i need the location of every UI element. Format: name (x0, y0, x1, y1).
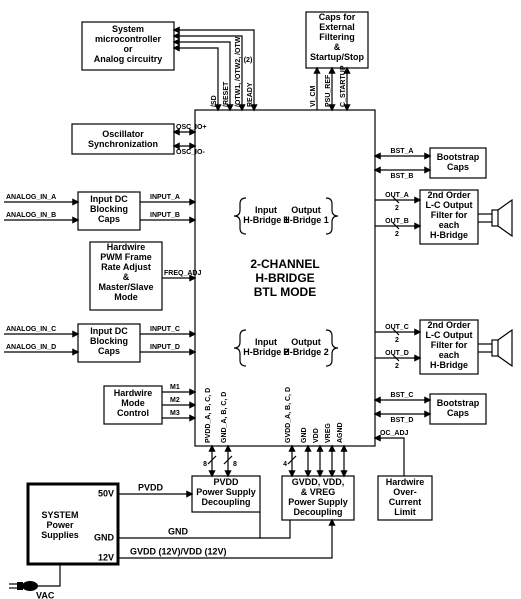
chip-title2: H-BRIDGE (255, 271, 314, 285)
svg-text:PSU_REF: PSU_REF (325, 74, 332, 107)
svg-text:8: 8 (203, 461, 207, 468)
svg-text:2: 2 (395, 205, 399, 212)
svg-text:INPUT_C: INPUT_C (150, 326, 180, 333)
svg-text:BST_D: BST_D (391, 417, 414, 424)
svg-text:OUT_C: OUT_C (385, 324, 409, 331)
svg-text:BST_B: BST_B (391, 173, 414, 180)
svg-text:INPUT_A: INPUT_A (150, 194, 180, 201)
lc1-label: 2nd OrderL-C OutputFilter foreachH-Bridg… (426, 190, 473, 240)
svg-text:/OTW1, /OTW2, /OTW: /OTW1, /OTW2, /OTW (235, 36, 242, 107)
gvdd-dec-label: GVDD, VDD,& VREGPower SupplyDecoupling (288, 477, 348, 517)
svg-text:INPUT_D: INPUT_D (150, 344, 180, 351)
svg-text:OUT_B: OUT_B (385, 218, 409, 225)
svg-text:PVDD_A, B, C, D: PVDD_A, B, C, D (205, 388, 212, 443)
svg-text:8: 8 (233, 461, 237, 468)
svg-text:OC_ADJ: OC_ADJ (380, 430, 409, 437)
speaker1 (492, 200, 512, 236)
svg-text:OUT_D: OUT_D (385, 350, 409, 357)
svg-text:GND: GND (301, 427, 308, 443)
svg-text:GND: GND (168, 526, 189, 536)
svg-text:2: 2 (395, 337, 399, 344)
svg-text:VDD: VDD (313, 428, 320, 443)
svg-text:READY: READY (247, 82, 254, 107)
svg-text:OUT_A: OUT_A (385, 192, 409, 199)
svg-text:2: 2 (395, 363, 399, 370)
svg-text:(2): (2) (244, 57, 253, 64)
svg-text:M3: M3 (170, 410, 180, 417)
svg-text:BST_A: BST_A (391, 148, 414, 155)
psu-12: 12V (98, 552, 114, 562)
vac-plug: VAC (9, 564, 60, 599)
svg-text:ANALOG_IN_C: ANALOG_IN_C (6, 326, 56, 333)
svg-text:M2: M2 (170, 397, 180, 404)
svg-text:VI_CM: VI_CM (310, 85, 317, 107)
psu-label: SYSTEMPowerSupplies (41, 510, 79, 540)
svg-text:4: 4 (283, 461, 287, 468)
psu-gnd: GND (94, 532, 115, 542)
speaker2 (492, 330, 512, 366)
svg-text:VAC: VAC (36, 590, 55, 599)
svg-text:BST_C: BST_C (391, 392, 414, 399)
svg-text:PVDD: PVDD (138, 482, 164, 492)
svg-text:GVDD (12V)/VDD (12V): GVDD (12V)/VDD (12V) (130, 546, 227, 556)
svg-text:AGND: AGND (337, 422, 344, 443)
chip-title1: 2-CHANNEL (250, 257, 319, 271)
svg-text:/SD: /SD (211, 95, 218, 107)
svg-text:ANALOG_IN_B: ANALOG_IN_B (6, 212, 56, 219)
svg-text:VREG: VREG (325, 423, 332, 443)
svg-text:OSC_IO-: OSC_IO- (176, 149, 205, 156)
lc2-label: 2nd OrderL-C OutputFilter foreachH-Bridg… (426, 320, 473, 370)
svg-text:ANALOG_IN_A: ANALOG_IN_A (6, 194, 56, 201)
svg-text:FREQ_ADJ: FREQ_ADJ (164, 270, 201, 277)
svg-text:GVDD_A, B, C, D: GVDD_A, B, C, D (285, 387, 292, 443)
svg-text:2: 2 (395, 231, 399, 238)
svg-text:ANALOG_IN_D: ANALOG_IN_D (6, 344, 56, 351)
chip-title3: BTL MODE (254, 285, 316, 299)
svg-text:GND_A, B, C, D: GND_A, B, C, D (221, 392, 228, 443)
svg-text:C_STARTUP: C_STARTUP (340, 65, 347, 107)
svg-text:/RESET: /RESET (223, 81, 230, 107)
psu-50: 50V (98, 488, 114, 498)
svg-text:OSC_IO+: OSC_IO+ (176, 124, 207, 131)
svg-text:M1: M1 (170, 384, 180, 391)
svg-text:INPUT_B: INPUT_B (150, 212, 180, 219)
